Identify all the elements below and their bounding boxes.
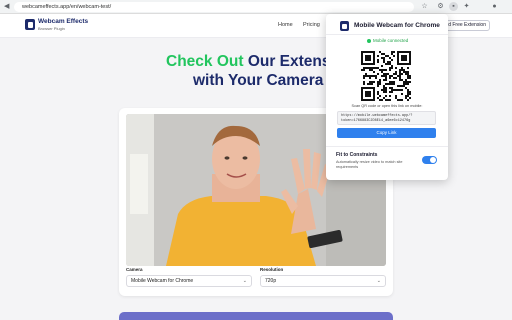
camera-select[interactable]: Mobile Webcam for Chrome ⌄	[126, 275, 252, 287]
app-logo-icon	[340, 21, 349, 31]
hero-heading-line2: with Your Camera	[193, 72, 324, 89]
profile-icon[interactable]: ●	[490, 2, 499, 11]
chevron-down-icon: ⌄	[376, 278, 381, 284]
back-icon[interactable]: ◀	[4, 3, 9, 11]
url-text: webcameffects.app/en/webcam-test/	[22, 4, 112, 10]
hero-heading-line1: Check Out Our Extens	[166, 53, 331, 71]
resolution-label: Resolution	[260, 267, 284, 272]
puzzle-icon[interactable]: ✦	[462, 2, 471, 11]
hero-heading-highlight: Check Out	[166, 53, 244, 70]
logo-subtitle: Browser Plugin	[38, 26, 65, 31]
browser-toolbar: ◀ webcameffects.app/en/webcam-test/ ☆ ⚙ …	[0, 0, 512, 14]
mobile-link-field[interactable]: https://mobile.webcameffects.app/?token=…	[337, 111, 436, 125]
status-indicator-icon	[367, 39, 371, 43]
scan-instructions: Scan QR code or open this link on mobile…	[351, 104, 423, 108]
resolution-select[interactable]: 720p ⌄	[260, 275, 386, 287]
logo-title[interactable]: Webcam Effects	[38, 18, 88, 25]
divider	[326, 34, 448, 35]
divider	[326, 146, 448, 147]
qr-code	[361, 51, 411, 101]
fit-constraints-toggle[interactable]	[422, 156, 437, 164]
camera-label: Camera	[126, 267, 143, 272]
popup-title: Mobile Webcam for Chrome	[354, 22, 440, 29]
chevron-down-icon: ⌄	[242, 278, 247, 284]
start-button-partial[interactable]	[119, 312, 393, 320]
fit-constraints-title: Fit to Constraints	[336, 152, 378, 158]
extension-icon[interactable]: ⚙	[436, 2, 445, 11]
hero-heading-rest: Our Extens	[243, 53, 331, 70]
extension-popup: Mobile Webcam for Chrome Mobile connecte…	[326, 14, 448, 180]
copy-link-button[interactable]: Copy Link	[337, 128, 436, 138]
camera-select-value: Mobile Webcam for Chrome	[131, 278, 194, 284]
star-icon[interactable]: ☆	[420, 2, 429, 11]
resolution-select-value: 720p	[265, 278, 277, 284]
camera-extension-icon[interactable]: ▪	[449, 2, 458, 11]
nav-pricing-link[interactable]: Pricing	[303, 22, 320, 28]
qr-code-image	[361, 51, 411, 101]
fit-constraints-description: Automatically resize video to match site…	[336, 160, 403, 169]
address-bar[interactable]: webcameffects.app/en/webcam-test/	[14, 2, 414, 12]
nav-home-link[interactable]: Home	[278, 22, 293, 28]
connection-status: Mobile connected	[373, 37, 409, 43]
logo-icon[interactable]	[25, 19, 35, 30]
